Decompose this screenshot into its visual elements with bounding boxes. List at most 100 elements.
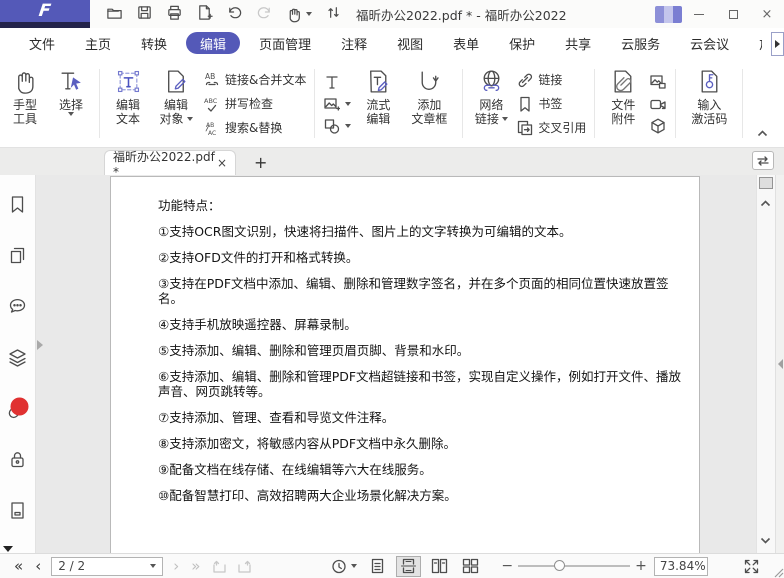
activation-code-button[interactable]: 输入激活码 [681,63,737,144]
open-file-icon[interactable] [106,4,123,25]
document-viewport[interactable]: 功能特点： ①支持OCR图文识别，快速将扫描件、图片上的文字转换为可编辑的文本。… [36,175,756,553]
single-page-view-button[interactable] [365,556,390,577]
new-document-icon[interactable] [196,4,213,25]
zoom-in-button[interactable]: + [630,558,652,574]
doc-line: 功能特点： [158,198,689,213]
user-account-redacted[interactable] [655,6,682,23]
tab-convert[interactable]: 转换 [126,28,182,58]
facing-continuous-view-button[interactable] [458,556,483,577]
video-audio-button[interactable] [650,96,666,112]
zoom-controls: − + 73.84% [496,557,707,576]
redo-icon[interactable] [256,4,273,25]
page-number-input[interactable]: 2 / 2 [51,557,163,576]
tab-comment[interactable]: 注释 [326,28,382,58]
expand-right-panel-handle[interactable] [778,359,783,369]
web-link-button[interactable]: 网络链接 [468,63,514,144]
select-tool-button[interactable]: 选择 [48,63,94,144]
quick-access-toolbar [106,4,342,25]
undo-icon[interactable] [226,4,243,25]
3d-object-button[interactable] [650,118,666,134]
security-panel-icon[interactable] [7,449,28,474]
layers-panel-icon[interactable] [7,347,28,372]
scroll-down-icon[interactable] [760,529,771,548]
article-box-icon [416,68,443,95]
comments-panel-icon[interactable] [7,296,28,321]
zoom-slider[interactable] [518,565,630,567]
add-image-button[interactable] [324,96,351,112]
bookmarks-panel-icon[interactable] [7,194,28,219]
tab-page-management[interactable]: 页面管理 [244,28,326,58]
print-icon[interactable] [166,4,183,25]
tab-file[interactable]: 文件 [14,28,70,58]
tab-overflow-button[interactable] [771,32,784,56]
customize-toolbar-icon[interactable] [325,4,342,25]
attachments-panel-icon[interactable] [7,398,28,423]
hand-tool-button[interactable]: 手型工具 [2,63,48,144]
save-icon[interactable] [136,4,153,25]
pages-panel-icon[interactable] [7,245,28,270]
image-annotation-button[interactable] [650,74,666,90]
add-text-button[interactable] [324,74,351,90]
switch-tabs-button[interactable] [752,151,774,170]
previous-view-button[interactable] [206,559,232,574]
app-menu-button[interactable]: F [0,0,90,28]
first-page-button[interactable]: « [8,559,29,574]
bookmark-button[interactable]: 书签 [517,94,586,114]
expand-left-panel-handle[interactable] [37,340,43,350]
link-merge-text-button[interactable]: AB 链接&合并文本 [204,70,306,90]
tab-share[interactable]: 共享 [550,28,606,58]
tab-cloud-meeting[interactable]: 云会议 [675,28,744,58]
continuous-view-button[interactable] [396,556,421,577]
tab-protect[interactable]: 保护 [494,28,550,58]
last-page-button[interactable]: » [185,559,206,574]
text-tools-group: AB 链接&合并文本 ABC 拼写检查 ABAC 搜索&替换 [201,63,309,144]
flow-edit-button[interactable]: 流式编辑 [355,63,401,144]
tab-edit-active[interactable]: 编辑 [186,32,240,54]
panel-overflow-down-icon[interactable] [3,546,13,552]
close-button[interactable]: × [750,2,784,26]
hand-tool-quick-button[interactable] [286,6,312,23]
edit-object-button[interactable]: 编辑对象 [151,63,201,144]
add-shapes-button[interactable] [324,118,351,134]
scroll-up-icon[interactable] [760,192,771,211]
scrollbar-thumb[interactable] [759,177,773,189]
edit-text-button[interactable]: 编辑文本 [105,63,151,144]
tab-form[interactable]: 表单 [438,28,494,58]
tab-close-icon[interactable]: × [217,156,227,170]
svg-text:AB: AB [205,72,215,81]
add-shapes-icon [324,118,340,134]
window-resize-grip[interactable] [770,564,784,578]
maximize-button[interactable] [716,2,750,26]
next-view-button[interactable] [232,559,258,574]
spell-check-button[interactable]: ABC 拼写检查 [204,94,306,114]
read-mode-button[interactable] [326,559,362,574]
file-attachment-button[interactable]: 文件附件 [600,63,646,144]
fullscreen-button[interactable] [744,559,759,574]
zoom-slider-handle[interactable] [554,560,565,571]
dropdown-caret [187,117,193,121]
tab-home[interactable]: 主页 [70,28,126,58]
new-tab-button[interactable]: + [254,150,267,175]
link-button[interactable]: 链接 [517,70,586,90]
fields-panel-icon[interactable] [7,500,28,525]
zoom-level-input[interactable]: 73.84% [654,557,708,576]
vertical-scrollbar[interactable] [756,175,775,553]
collapse-ribbon-button[interactable] [757,122,768,141]
pdf-page[interactable]: 功能特点： ①支持OCR图文识别，快速将扫描件、图片上的文字转换为可编辑的文本。… [110,176,700,553]
svg-text:ABC: ABC [204,97,218,105]
tab-view[interactable]: 视图 [382,28,438,58]
search-replace-button[interactable]: ABAC 搜索&替换 [204,118,306,138]
previous-page-button[interactable]: ‹ [29,559,47,574]
next-page-button[interactable]: › [167,559,185,574]
tab-cloud-service[interactable]: 云服务 [606,28,675,58]
link-tools-group: 链接 书签 交叉引用 [514,63,589,144]
cross-reference-button[interactable]: 交叉引用 [517,118,586,138]
tab-partial[interactable]: 放 [744,28,762,58]
fullscreen-icon [744,559,759,574]
doc-line: ①支持OCR图文识别，快速将扫描件、图片上的文字转换为可编辑的文本。 [158,224,689,239]
add-article-box-button[interactable]: 添加文章框 [401,63,457,144]
zoom-out-button[interactable]: − [496,558,518,574]
facing-view-button[interactable] [427,556,452,577]
minimize-button[interactable] [682,2,716,26]
document-tab-active[interactable]: 福昕办公2022.pdf * × [104,150,236,175]
